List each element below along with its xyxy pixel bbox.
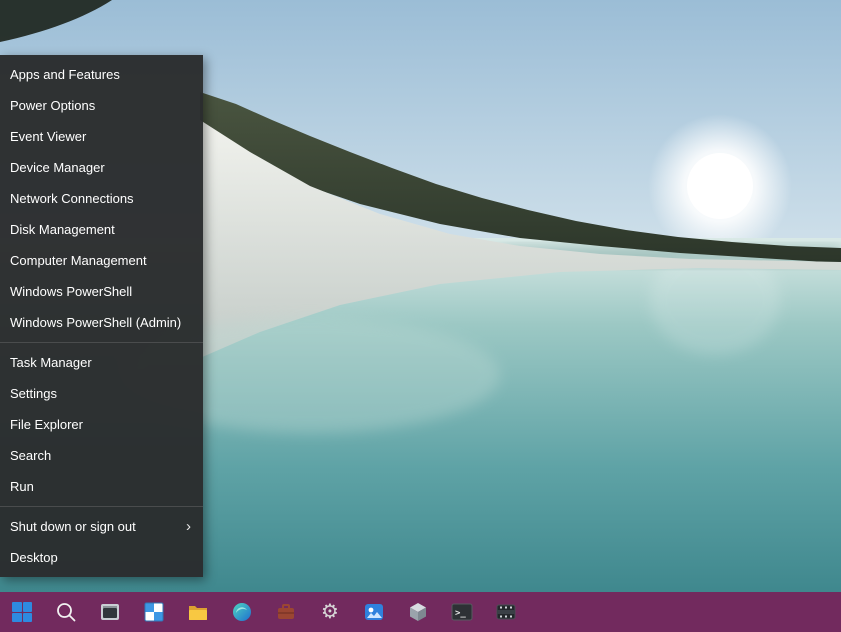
menu-item-label: Power Options bbox=[10, 98, 95, 113]
search-button[interactable] bbox=[46, 592, 86, 632]
file-explorer-icon bbox=[186, 600, 210, 624]
svg-text:⚙: ⚙ bbox=[321, 599, 339, 623]
menu-item-desktop[interactable]: Desktop bbox=[0, 542, 203, 573]
menu-item-label: Disk Management bbox=[10, 222, 115, 237]
menu-item-label: Run bbox=[10, 479, 34, 494]
settings-gear-icon: ⚙ bbox=[317, 599, 343, 625]
menu-item-windows-powershell-admin[interactable]: Windows PowerShell (Admin) bbox=[0, 307, 203, 338]
menu-separator bbox=[0, 342, 203, 343]
menu-item-label: File Explorer bbox=[10, 417, 83, 432]
media-app-button[interactable] bbox=[354, 592, 394, 632]
menu-item-label: Desktop bbox=[10, 550, 58, 565]
terminal-button[interactable]: >_ bbox=[442, 592, 482, 632]
desktop: Apps and Features Power Options Event Vi… bbox=[0, 0, 841, 632]
file-explorer-button[interactable] bbox=[178, 592, 218, 632]
briefcase-app-button[interactable] bbox=[266, 592, 306, 632]
menu-separator bbox=[0, 506, 203, 507]
menu-item-apps-and-features[interactable]: Apps and Features bbox=[0, 59, 203, 90]
taskbar: ⚙ >_ bbox=[0, 592, 841, 632]
box-app-button[interactable] bbox=[398, 592, 438, 632]
menu-item-label: Task Manager bbox=[10, 355, 92, 370]
start-button[interactable] bbox=[2, 592, 42, 632]
terminal-icon: >_ bbox=[450, 600, 474, 624]
menu-item-label: Windows PowerShell bbox=[10, 284, 132, 299]
menu-item-settings[interactable]: Settings bbox=[0, 378, 203, 409]
menu-item-label: Settings bbox=[10, 386, 57, 401]
menu-group-session: Shut down or sign out › Desktop bbox=[0, 511, 203, 573]
menu-item-computer-management[interactable]: Computer Management bbox=[0, 245, 203, 276]
box-app-icon bbox=[406, 600, 430, 624]
menu-item-label: Apps and Features bbox=[10, 67, 120, 82]
menu-item-shut-down-or-sign-out[interactable]: Shut down or sign out › bbox=[0, 511, 203, 542]
menu-item-network-connections[interactable]: Network Connections bbox=[0, 183, 203, 214]
edge-browser-button[interactable] bbox=[222, 592, 262, 632]
film-app-button[interactable] bbox=[486, 592, 526, 632]
start-icon bbox=[10, 600, 34, 624]
winx-context-menu: Apps and Features Power Options Event Vi… bbox=[0, 55, 203, 577]
menu-item-power-options[interactable]: Power Options bbox=[0, 90, 203, 121]
blue-grid-app-icon bbox=[142, 600, 166, 624]
menu-item-search[interactable]: Search bbox=[0, 440, 203, 471]
menu-item-label: Search bbox=[10, 448, 51, 463]
blue-grid-app-button[interactable] bbox=[134, 592, 174, 632]
menu-item-event-viewer[interactable]: Event Viewer bbox=[0, 121, 203, 152]
menu-group-system: Apps and Features Power Options Event Vi… bbox=[0, 59, 203, 338]
app-window-button[interactable] bbox=[90, 592, 130, 632]
search-icon bbox=[54, 600, 78, 624]
menu-item-label: Windows PowerShell (Admin) bbox=[10, 315, 181, 330]
settings-button[interactable]: ⚙ bbox=[310, 592, 350, 632]
menu-item-label: Shut down or sign out bbox=[10, 511, 136, 542]
briefcase-app-icon bbox=[274, 600, 298, 624]
menu-item-label: Network Connections bbox=[10, 191, 134, 206]
film-app-icon bbox=[494, 600, 518, 624]
submenu-chevron-icon: › bbox=[186, 511, 193, 542]
menu-item-label: Device Manager bbox=[10, 160, 105, 175]
media-app-icon bbox=[362, 600, 386, 624]
menu-item-run[interactable]: Run bbox=[0, 471, 203, 502]
menu-group-tools: Task Manager Settings File Explorer Sear… bbox=[0, 347, 203, 502]
svg-text:>_: >_ bbox=[455, 609, 466, 619]
menu-item-device-manager[interactable]: Device Manager bbox=[0, 152, 203, 183]
edge-browser-icon bbox=[230, 600, 254, 624]
menu-item-task-manager[interactable]: Task Manager bbox=[0, 347, 203, 378]
menu-item-label: Event Viewer bbox=[10, 129, 86, 144]
sun bbox=[687, 153, 753, 219]
app-window-icon bbox=[98, 600, 122, 624]
menu-item-label: Computer Management bbox=[10, 253, 147, 268]
menu-item-windows-powershell[interactable]: Windows PowerShell bbox=[0, 276, 203, 307]
menu-item-file-explorer[interactable]: File Explorer bbox=[0, 409, 203, 440]
menu-item-disk-management[interactable]: Disk Management bbox=[0, 214, 203, 245]
